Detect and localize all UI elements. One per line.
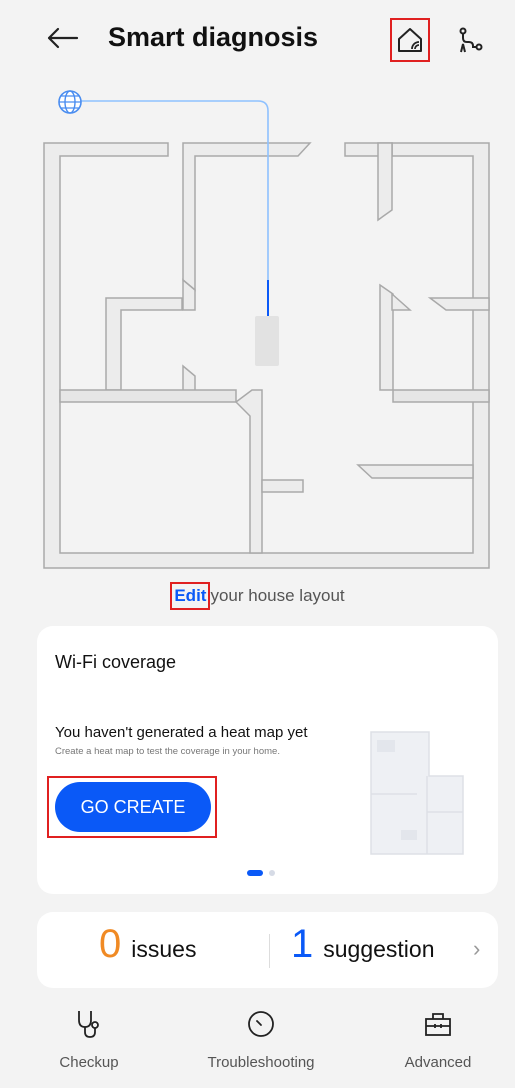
issues-count: 0 bbox=[99, 922, 122, 966]
bottom-tab-bar: Checkup Troubleshooting Advanced bbox=[0, 1004, 515, 1088]
chevron-right-icon: › bbox=[473, 936, 481, 961]
summary-divider bbox=[269, 934, 270, 968]
suggestion-group: 1 suggestion bbox=[291, 922, 435, 967]
suggestion-label: suggestion bbox=[323, 936, 435, 962]
home-wifi-icon bbox=[398, 28, 422, 52]
tab-troubleshooting[interactable]: Troubleshooting bbox=[186, 1004, 336, 1071]
home-wifi-button[interactable] bbox=[390, 18, 430, 62]
card-title: Wi-Fi coverage bbox=[55, 652, 177, 672]
edit-link[interactable]: Edit bbox=[170, 582, 211, 610]
go-create-highlight: GO CREATE bbox=[47, 776, 217, 838]
speedometer-icon bbox=[248, 1011, 274, 1037]
tab-troubleshooting-label: Troubleshooting bbox=[207, 1054, 315, 1071]
issues-group: 0 issues bbox=[99, 922, 196, 967]
edit-layout-text: your house layout bbox=[210, 586, 345, 605]
heatmap-thumbnail bbox=[370, 731, 464, 855]
heatmap-message: You haven't generated a heat map yet bbox=[55, 724, 308, 741]
toolbox-icon bbox=[425, 1013, 451, 1036]
go-create-button[interactable]: GO CREATE bbox=[55, 782, 211, 832]
tab-checkup[interactable]: Checkup bbox=[14, 1004, 164, 1071]
issues-label: issues bbox=[131, 936, 197, 962]
tab-advanced-label: Advanced bbox=[404, 1054, 472, 1071]
back-button[interactable] bbox=[42, 18, 82, 58]
heatmap-subtext: Create a heat map to test the coverage i… bbox=[55, 746, 280, 757]
globe-icon bbox=[58, 90, 82, 114]
page-title: Smart diagnosis bbox=[108, 22, 319, 52]
route-icon bbox=[459, 27, 483, 53]
stethoscope-icon bbox=[78, 1011, 99, 1038]
page-indicator bbox=[247, 870, 275, 876]
suggestion-count: 1 bbox=[291, 922, 314, 966]
tab-checkup-label: Checkup bbox=[59, 1054, 119, 1071]
arrow-left-icon bbox=[47, 27, 79, 49]
header: Smart diagnosis bbox=[0, 0, 515, 80]
wifi-coverage-card: Wi-Fi coverage You haven't generated a h… bbox=[37, 626, 498, 894]
tab-advanced[interactable]: Advanced bbox=[363, 1004, 513, 1071]
page-dot-active bbox=[247, 870, 263, 876]
edit-layout-row: Edit your house layout bbox=[0, 582, 515, 610]
floorplan[interactable] bbox=[0, 80, 515, 570]
diagnosis-summary[interactable]: 0 issues 1 suggestion › bbox=[37, 912, 498, 988]
route-button[interactable] bbox=[452, 20, 488, 58]
page-dot bbox=[269, 870, 275, 876]
floorplan-drawing bbox=[43, 90, 490, 569]
